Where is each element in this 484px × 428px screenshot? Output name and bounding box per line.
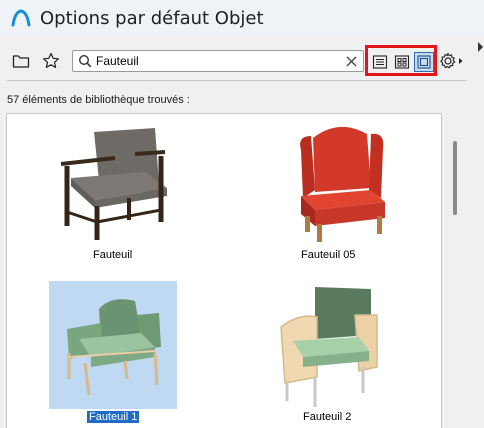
search-box	[72, 50, 364, 72]
item-label: Fauteuil 1	[87, 411, 140, 423]
results-count: 57 éléments de bibliothèque trouvés :	[7, 94, 190, 106]
folder-icon[interactable]	[10, 50, 32, 72]
clear-search-icon[interactable]	[343, 53, 359, 69]
grid-view-icon[interactable]	[392, 52, 412, 72]
item-thumbnail	[259, 281, 387, 409]
toolbar-divider	[7, 80, 467, 81]
settings-gear-icon[interactable]	[438, 50, 466, 72]
search-icon	[75, 51, 95, 71]
item-thumbnail	[49, 281, 177, 409]
item-label: Fauteuil 05	[301, 249, 356, 261]
search-input[interactable]	[96, 52, 326, 70]
window-title: Options par défaut Objet	[40, 7, 264, 29]
list-view-icon[interactable]	[370, 52, 390, 72]
item-label: Fauteuil 2	[303, 411, 352, 423]
large-preview-view-icon[interactable]	[414, 52, 434, 72]
star-icon[interactable]	[40, 50, 62, 72]
item-thumbnail	[275, 118, 403, 246]
item-thumbnail	[49, 118, 177, 246]
panel-expand-icon[interactable]	[477, 40, 484, 54]
view-mode-group	[365, 45, 437, 76]
item-label: Fauteuil	[93, 249, 133, 261]
library-items-grid: Fauteuil Fauteuil 05 Fauteuil 1 Fauteuil…	[6, 113, 442, 428]
title-bar: Options par défaut Objet	[0, 0, 484, 36]
archicad-logo-icon	[9, 6, 33, 30]
vertical-scrollbar[interactable]	[449, 113, 461, 428]
scrollbar-thumb[interactable]	[453, 141, 457, 215]
toolbar	[0, 45, 484, 77]
